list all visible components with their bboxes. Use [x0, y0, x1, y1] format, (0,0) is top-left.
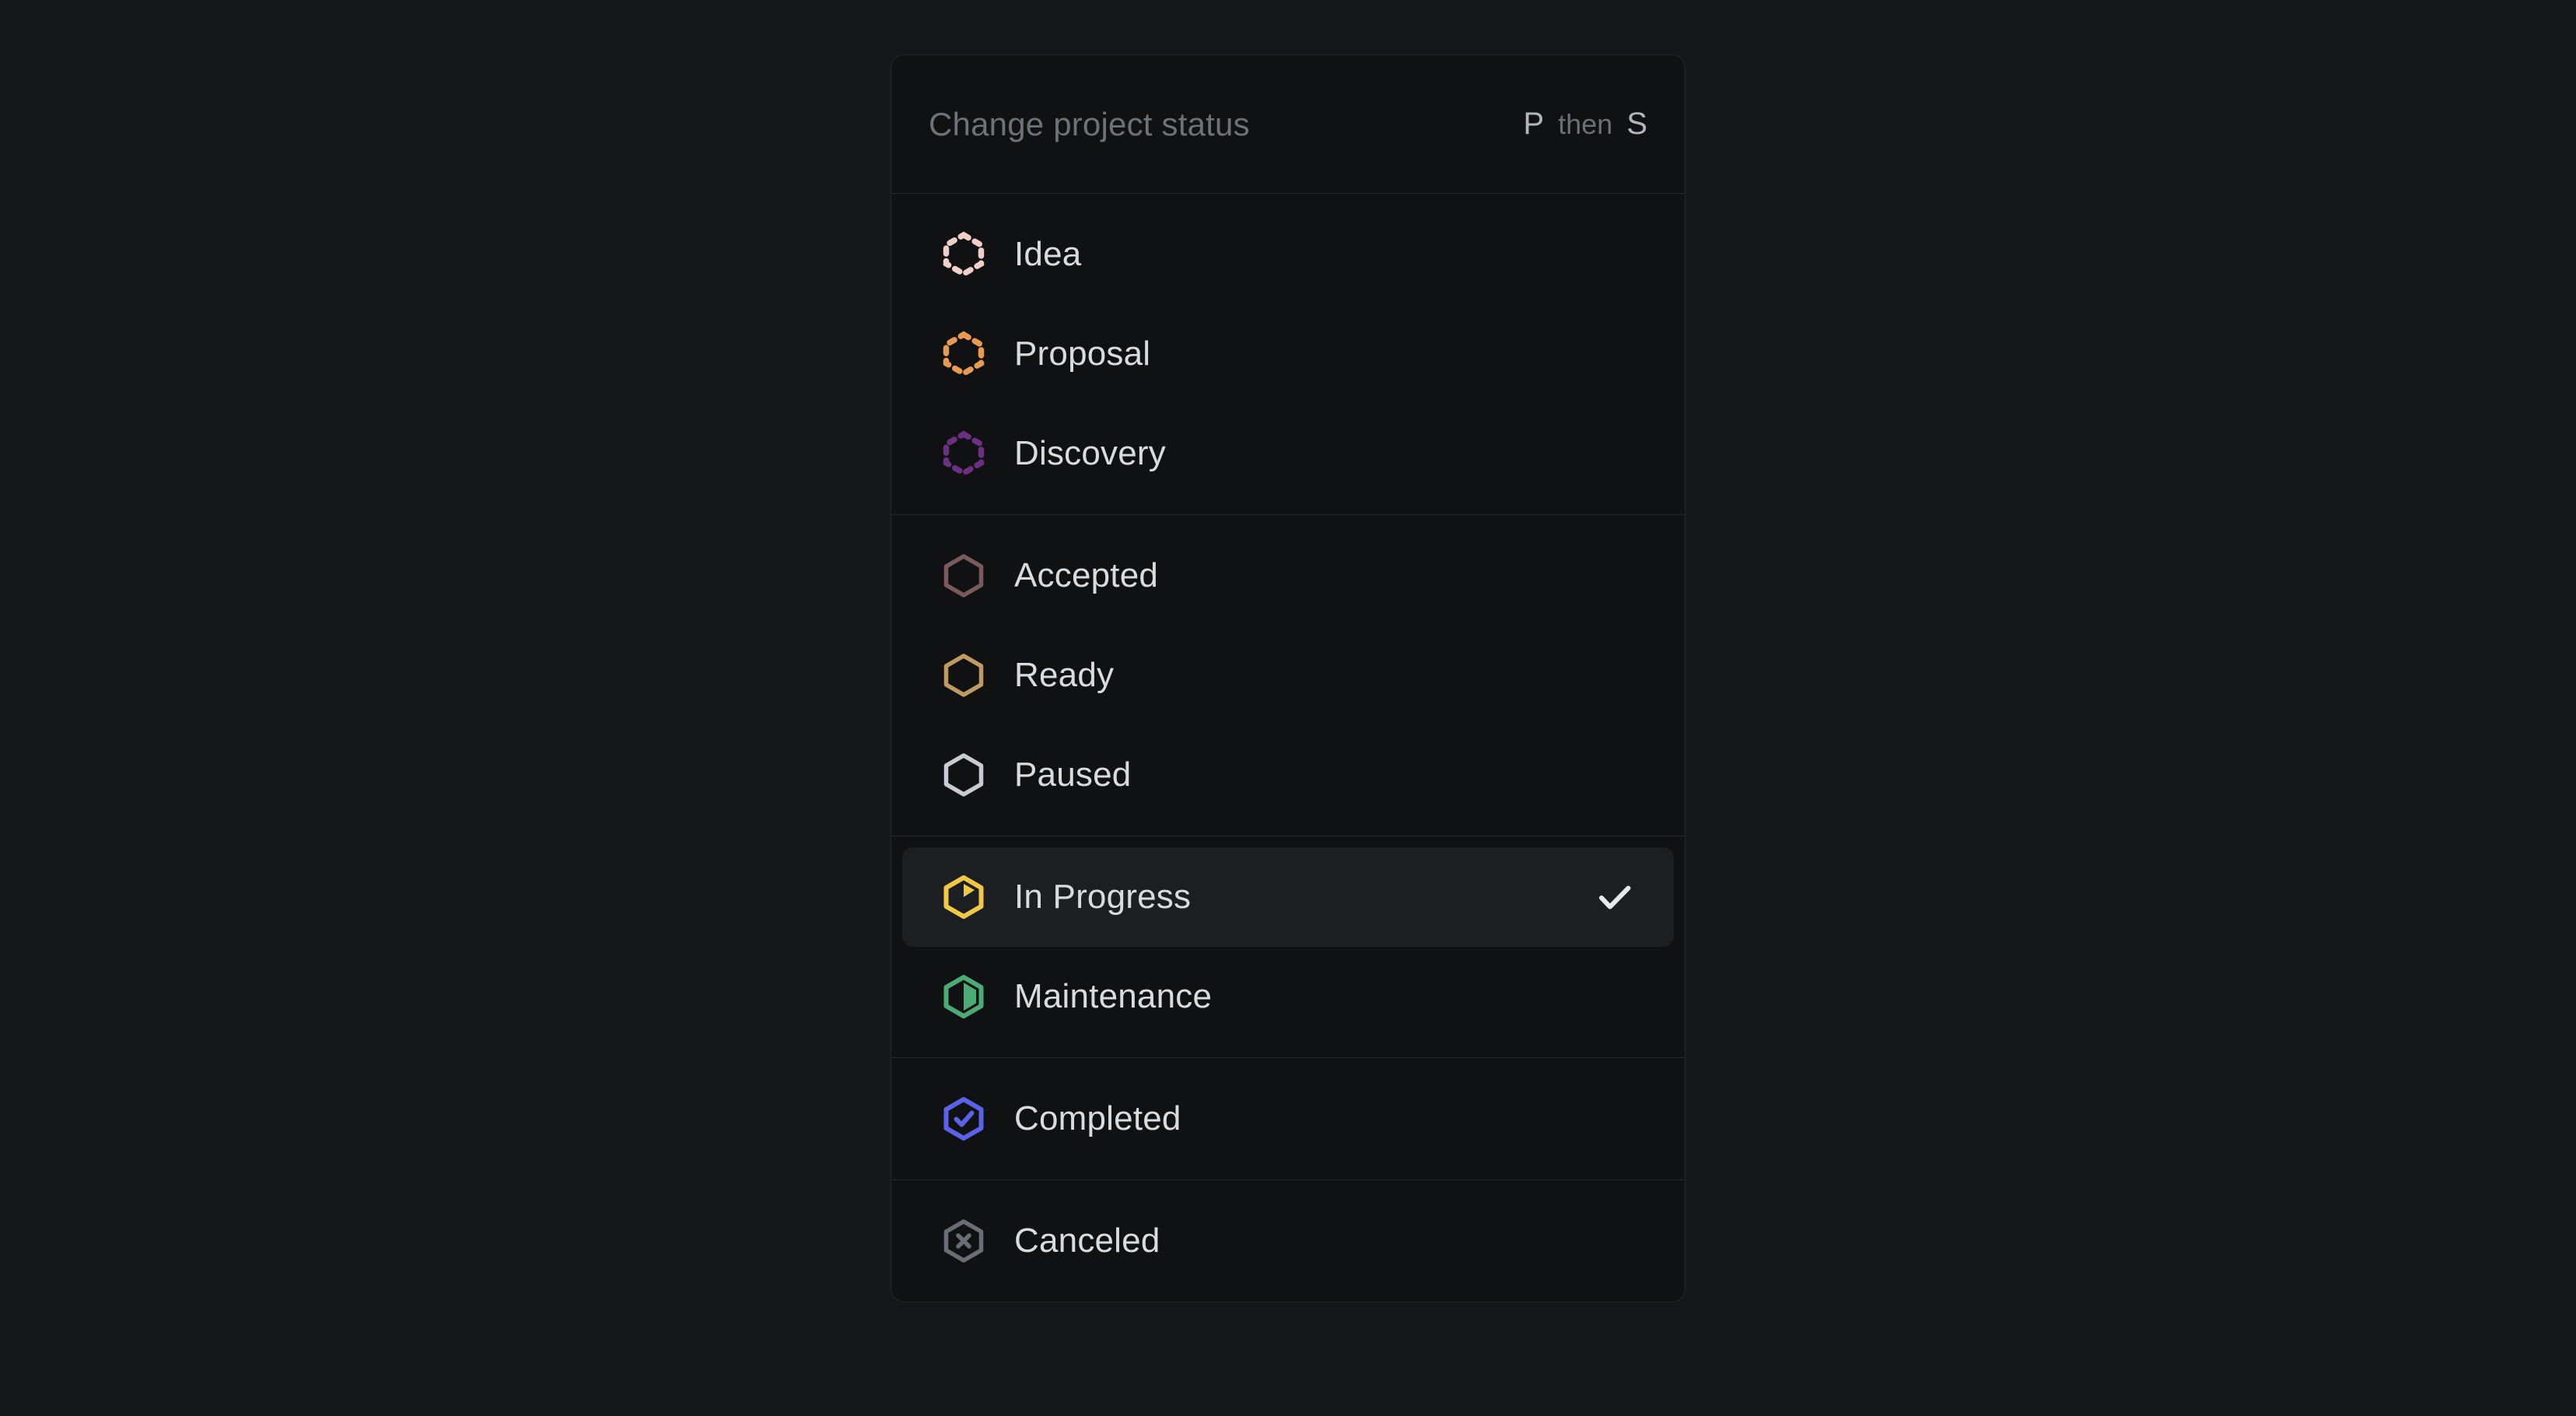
status-option-label: Maintenance — [1014, 977, 1213, 1015]
screen: Change project status P then S Idea Propo… — [0, 0, 2576, 1416]
status-option-label: Idea — [1014, 235, 1082, 273]
status-option-maintenance[interactable]: Maintenance — [902, 947, 1674, 1046]
hexagon-outline-icon — [940, 552, 988, 600]
status-group-canceled: Canceled — [891, 1180, 1685, 1302]
shortcut-key-second: S — [1626, 107, 1647, 141]
status-group-list: Idea Proposal Discovery Accepted Ready Paused… — [891, 194, 1685, 1302]
hexagon-check-icon — [940, 1095, 988, 1143]
status-option-label: Ready — [1014, 656, 1115, 694]
hexagon-outline-icon — [940, 651, 988, 699]
hexagon-outline-icon — [940, 751, 988, 799]
status-group-active: In Progress Maintenance — [891, 836, 1685, 1058]
status-option-label: Proposal — [1014, 335, 1151, 373]
status-option-label: Accepted — [1014, 556, 1159, 594]
status-option-idea[interactable]: Idea — [902, 205, 1674, 304]
status-option-ready[interactable]: Ready — [902, 626, 1674, 725]
status-option-label: In Progress — [1014, 878, 1192, 916]
shortcut-joiner: then — [1558, 107, 1613, 140]
status-group-done: Completed — [891, 1058, 1685, 1180]
status-option-proposal[interactable]: Proposal — [902, 304, 1674, 404]
keyboard-shortcut-hint: P then S — [1524, 107, 1647, 142]
shortcut-key-first: P — [1523, 107, 1545, 141]
hexagon-dashed-icon — [940, 330, 988, 378]
status-option-discovery[interactable]: Discovery — [902, 404, 1674, 503]
status-option-label: Discovery — [1014, 434, 1166, 472]
hexagon-half-progress-icon — [940, 973, 988, 1021]
status-option-in-progress[interactable]: In Progress — [902, 847, 1674, 947]
panel-title: Change project status — [929, 105, 1250, 142]
status-picker-panel: Change project status P then S Idea Propo… — [891, 54, 1685, 1302]
status-option-label: Canceled — [1014, 1221, 1160, 1260]
status-option-accepted[interactable]: Accepted — [902, 526, 1674, 626]
hexagon-x-icon — [940, 1217, 988, 1265]
check-icon — [1593, 875, 1636, 919]
hexagon-dashed-icon — [940, 429, 988, 478]
status-option-paused[interactable]: Paused — [902, 725, 1674, 825]
status-option-label: Completed — [1014, 1099, 1181, 1137]
hexagon-dashed-icon — [940, 230, 988, 279]
status-option-canceled[interactable]: Canceled — [902, 1191, 1674, 1291]
status-option-label: Paused — [1014, 755, 1132, 794]
status-group-planning: Idea Proposal Discovery — [891, 194, 1685, 515]
status-group-queued: Accepted Ready Paused — [891, 515, 1685, 836]
status-option-completed[interactable]: Completed — [902, 1069, 1674, 1169]
panel-header: Change project status P then S — [891, 55, 1685, 194]
hexagon-quarter-progress-icon — [940, 873, 988, 921]
